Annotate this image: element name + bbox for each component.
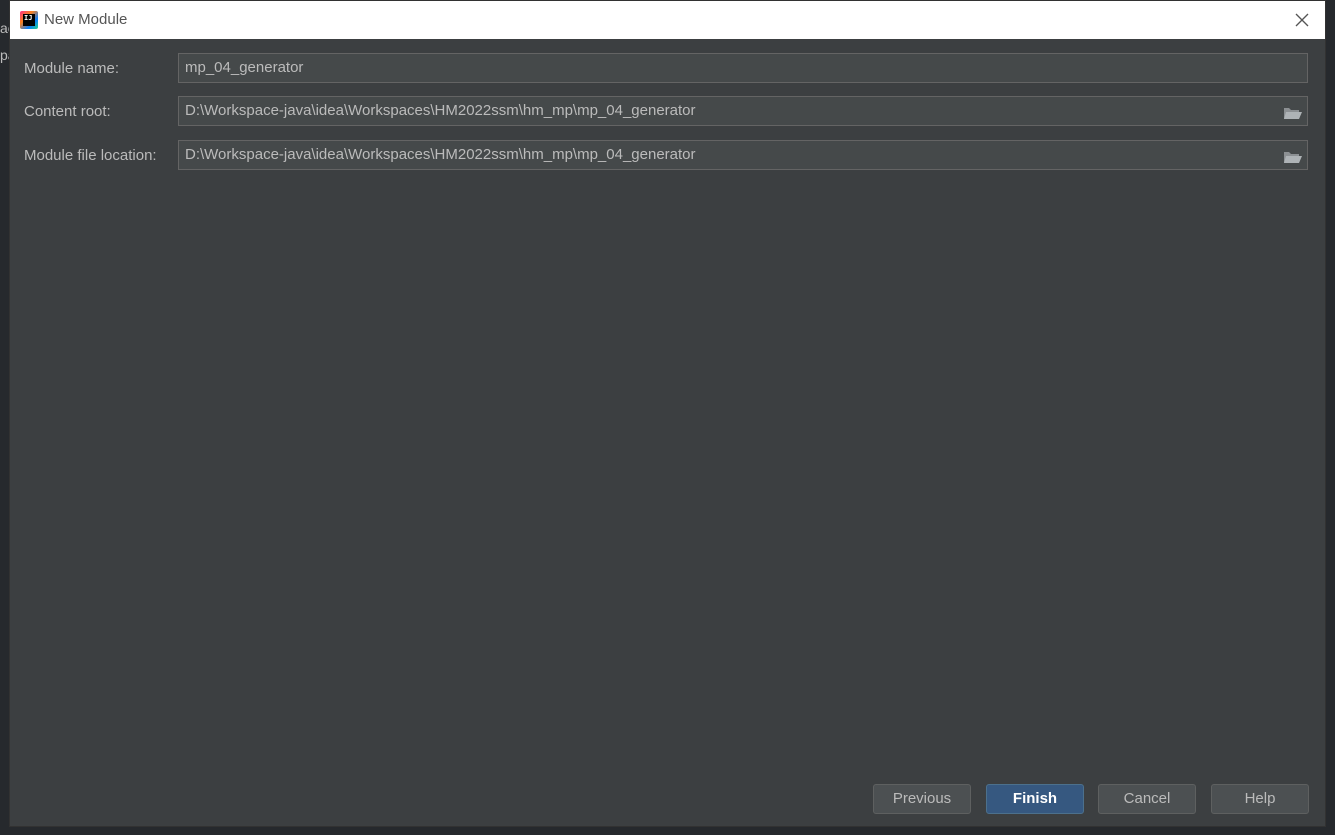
content-root-input[interactable]: D:\Workspace-java\idea\Workspaces\HM2022… xyxy=(178,96,1308,126)
module-file-location-value: D:\Workspace-java\idea\Workspaces\HM2022… xyxy=(185,146,696,163)
intellij-idea-icon: IJ xyxy=(20,11,38,29)
background-text: ac xyxy=(0,20,9,36)
folder-open-icon xyxy=(1284,152,1302,163)
help-button[interactable]: Help xyxy=(1211,784,1309,814)
previous-button[interactable]: Previous xyxy=(873,784,971,814)
background-text: pa xyxy=(0,47,9,63)
content-root-browse-button[interactable] xyxy=(1283,103,1303,119)
module-file-location-label: Module file location: xyxy=(24,147,157,164)
new-module-dialog: IJ New Module Module name: mp_04_generat… xyxy=(9,0,1326,827)
cancel-button[interactable]: Cancel xyxy=(1098,784,1196,814)
content-root-label: Content root: xyxy=(24,103,111,120)
close-icon xyxy=(1295,13,1309,27)
close-button[interactable] xyxy=(1289,7,1315,33)
title-bar: IJ New Module xyxy=(10,1,1325,39)
content-root-value: D:\Workspace-java\idea\Workspaces\HM2022… xyxy=(185,102,696,119)
module-file-location-browse-button[interactable] xyxy=(1283,147,1303,163)
module-name-label: Module name: xyxy=(24,60,120,77)
module-name-input[interactable]: mp_04_generator xyxy=(178,53,1308,83)
module-file-location-input[interactable]: D:\Workspace-java\idea\Workspaces\HM2022… xyxy=(178,140,1308,170)
window-title: New Module xyxy=(44,11,128,28)
folder-open-icon xyxy=(1284,108,1302,119)
finish-button[interactable]: Finish xyxy=(986,784,1084,814)
